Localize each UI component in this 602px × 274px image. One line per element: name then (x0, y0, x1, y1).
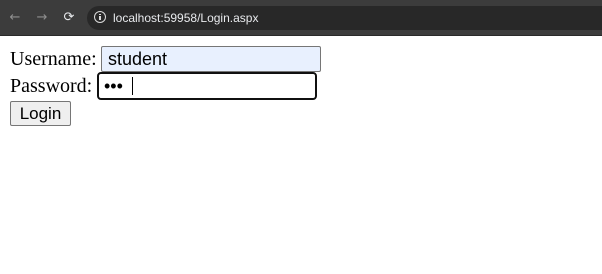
password-label: Password: (10, 75, 93, 97)
reload-icon[interactable]: ⟳ (60, 9, 78, 27)
url-text[interactable]: localhost:59958/Login.aspx (113, 10, 258, 26)
username-input[interactable] (101, 46, 321, 72)
browser-toolbar: ← → ⟳ localhost:59958/Login.aspx (0, 0, 602, 36)
login-button[interactable]: Login (10, 101, 71, 126)
login-page: Username: Password: Login (0, 36, 602, 274)
password-input[interactable] (97, 72, 317, 100)
username-label: Username: (10, 48, 97, 70)
info-icon[interactable] (94, 11, 106, 23)
address-bar[interactable]: localhost:59958/Login.aspx (87, 6, 602, 30)
text-caret (132, 77, 133, 95)
arrow-right-icon[interactable]: → (33, 9, 51, 27)
arrow-left-icon[interactable]: ← (6, 9, 24, 27)
